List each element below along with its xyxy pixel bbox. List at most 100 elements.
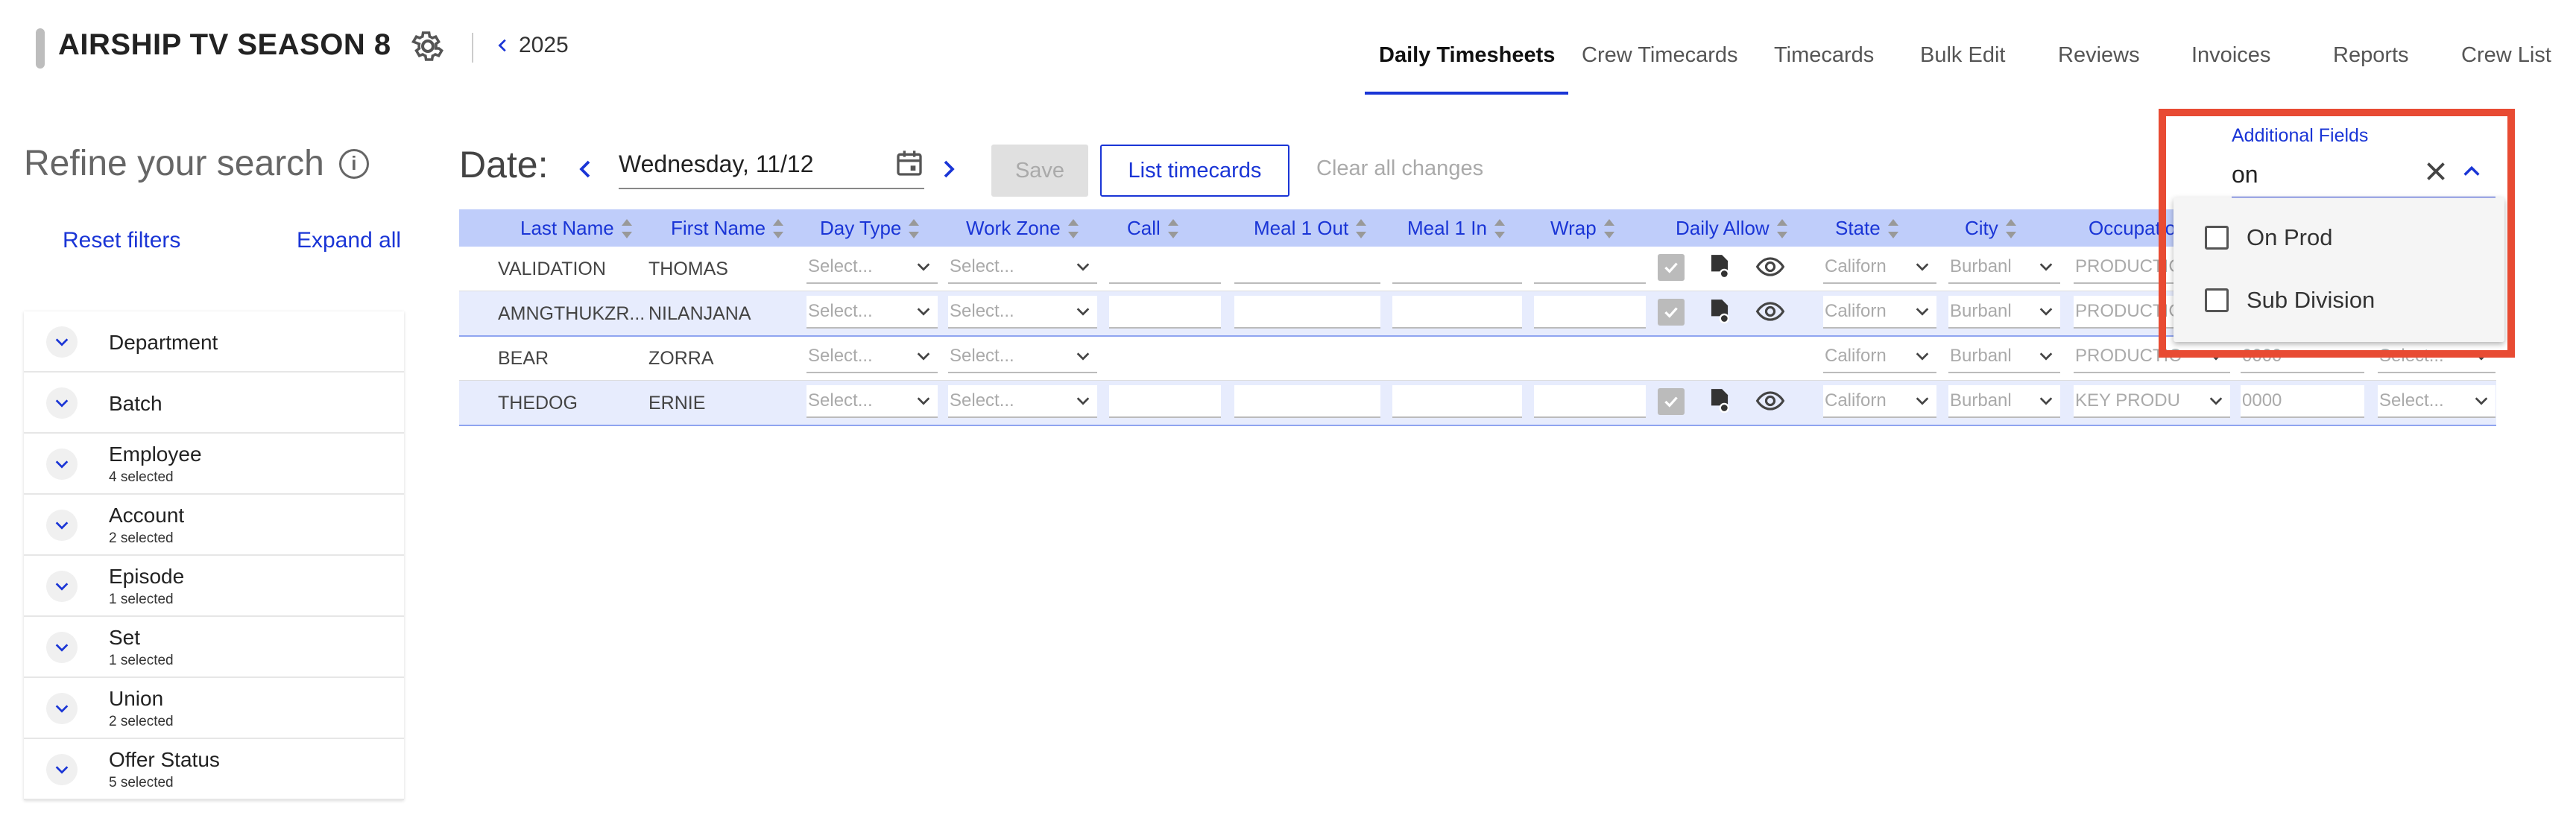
clear-all-changes-button[interactable]: Clear all changes [1316, 156, 1483, 181]
city-select[interactable]: Burbanl [1948, 385, 2060, 418]
state-select[interactable]: Californ [1823, 296, 1936, 329]
wrap-input[interactable] [1534, 296, 1646, 329]
reset-filters-link[interactable]: Reset filters [63, 228, 180, 253]
sort-icon[interactable] [1067, 218, 1080, 240]
daily-allow-checkbox[interactable] [1658, 254, 1685, 281]
state-select[interactable]: Californ [1823, 251, 1936, 284]
call-input[interactable] [1109, 385, 1221, 418]
expand-all-link[interactable]: Expand all [297, 228, 401, 253]
state-value: Californ [1825, 390, 1887, 411]
filter-union[interactable]: Union 2 selected [24, 678, 404, 739]
state-select[interactable]: Californ [1823, 340, 1936, 373]
day-type-select[interactable]: Select... [806, 340, 938, 373]
city-select[interactable]: Burbanl [1948, 296, 2060, 329]
city-select[interactable]: Burbanl [1948, 340, 2060, 373]
meal-1-out-input[interactable] [1234, 296, 1380, 329]
filter-label: Episode [109, 565, 185, 588]
sort-icon[interactable] [1775, 218, 1789, 240]
save-button[interactable]: Save [991, 145, 1088, 197]
cell-last-name: THEDOG [498, 393, 578, 413]
file-view-icon[interactable] [1705, 387, 1734, 415]
select-placeholder: Select... [808, 390, 873, 411]
state-select[interactable]: Californ [1823, 385, 1936, 418]
extra-select[interactable]: Select... [2378, 385, 2496, 418]
tab-invoices[interactable]: Invoices [2191, 43, 2270, 68]
col-city[interactable]: City [1965, 217, 2018, 240]
sort-icon[interactable] [1493, 218, 1506, 240]
col-wrap[interactable]: Wrap [1550, 217, 1616, 240]
filter-batch[interactable]: Batch [24, 373, 404, 434]
occupation-select[interactable]: KEY PRODU [2074, 385, 2230, 418]
tab-reports[interactable]: Reports [2333, 43, 2409, 68]
col-last-name[interactable]: Last Name [520, 217, 634, 240]
day-type-select[interactable]: Select... [806, 251, 938, 284]
filter-set[interactable]: Set 1 selected [24, 617, 404, 678]
wrap-input[interactable] [1534, 385, 1646, 418]
filter-label: Employee [109, 443, 202, 466]
day-type-select[interactable]: Select... [806, 296, 938, 329]
meal-1-out-input[interactable] [1234, 251, 1380, 284]
col-work-zone[interactable]: Work Zone [966, 217, 1080, 240]
col-state[interactable]: State [1835, 217, 1900, 240]
tab-timecards[interactable]: Timecards [1774, 43, 1874, 68]
list-timecards-button[interactable]: List timecards [1100, 145, 1289, 197]
filter-episode[interactable]: Episode 1 selected [24, 556, 404, 617]
work-zone-select[interactable]: Select... [948, 340, 1097, 373]
filter-employee[interactable]: Employee 4 selected [24, 434, 404, 495]
select-placeholder: Select... [950, 301, 1014, 321]
day-type-select[interactable]: Select... [806, 385, 938, 418]
eye-icon[interactable] [1753, 297, 1787, 326]
wrap-input[interactable] [1534, 251, 1646, 284]
back-link[interactable]: 2025 [495, 33, 569, 58]
sort-icon[interactable] [1167, 218, 1180, 240]
call-input[interactable] [1109, 251, 1221, 284]
date-field[interactable]: Wednesday, 11/12 [619, 143, 924, 189]
col-meal-1-in[interactable]: Meal 1 In [1407, 217, 1506, 240]
sort-icon[interactable] [1887, 218, 1900, 240]
meal-1-out-input[interactable] [1234, 385, 1380, 418]
filter-department[interactable]: Department [24, 311, 404, 373]
daily-allow-checkbox[interactable] [1658, 299, 1685, 326]
tab-crew-timecards[interactable]: Crew Timecards [1582, 43, 1738, 68]
meal-1-in-input[interactable] [1392, 385, 1522, 418]
meal-1-in-input[interactable] [1392, 251, 1522, 284]
sort-icon[interactable] [1354, 218, 1368, 240]
code-input[interactable]: 0000 [2241, 385, 2364, 418]
work-zone-select[interactable]: Select... [948, 296, 1097, 329]
filter-account[interactable]: Account 2 selected [24, 495, 404, 556]
chevron-right-icon[interactable] [938, 158, 960, 180]
tab-reviews[interactable]: Reviews [2058, 43, 2140, 68]
chevron-down-icon [2209, 397, 2223, 405]
filter-offer-status[interactable]: Offer Status 5 selected [24, 739, 404, 800]
col-daily-allow[interactable]: Daily Allow [1676, 217, 1789, 240]
sort-icon[interactable] [771, 218, 785, 240]
city-select[interactable]: Burbanl [1948, 251, 2060, 284]
tab-crew-list[interactable]: Crew List [2461, 43, 2551, 68]
sort-icon[interactable] [1603, 218, 1616, 240]
select-placeholder: Select... [808, 346, 873, 366]
select-placeholder: Select... [808, 301, 873, 321]
file-view-icon[interactable] [1705, 253, 1734, 281]
col-day-type[interactable]: Day Type [820, 217, 921, 240]
eye-icon[interactable] [1753, 387, 1787, 415]
chevron-left-icon[interactable] [574, 158, 596, 180]
cell-first-name: THOMAS [648, 259, 728, 279]
sort-icon[interactable] [2004, 218, 2018, 240]
sort-icon[interactable] [907, 218, 921, 240]
tab-daily-timesheets[interactable]: Daily Timesheets [1379, 43, 1555, 68]
work-zone-select[interactable]: Select... [948, 385, 1097, 418]
meal-1-in-input[interactable] [1392, 296, 1522, 329]
work-zone-select[interactable]: Select... [948, 251, 1097, 284]
daily-allow-checkbox[interactable] [1658, 388, 1685, 415]
eye-icon[interactable] [1753, 253, 1787, 281]
file-view-icon[interactable] [1705, 297, 1734, 326]
col-call[interactable]: Call [1127, 217, 1180, 240]
call-input[interactable] [1109, 296, 1221, 329]
info-icon[interactable]: i [338, 148, 369, 179]
gear-icon[interactable] [410, 28, 446, 64]
calendar-icon[interactable] [894, 148, 924, 179]
col-meal-1-out[interactable]: Meal 1 Out [1254, 217, 1368, 240]
col-first-name[interactable]: First Name [671, 217, 785, 240]
tab-bulk-edit[interactable]: Bulk Edit [1920, 43, 2005, 68]
sort-icon[interactable] [620, 218, 634, 240]
